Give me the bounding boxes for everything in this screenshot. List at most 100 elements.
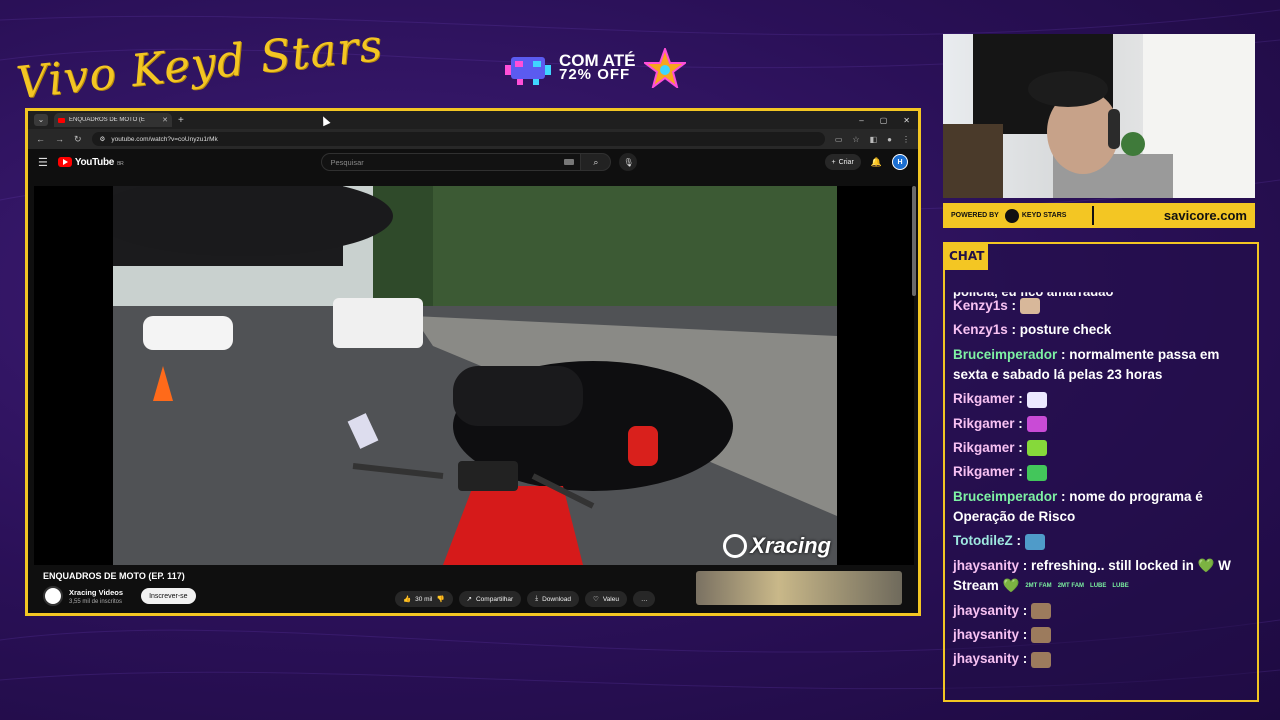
- chat-message: Rikgamer :: [953, 414, 1249, 435]
- browser-menu-icon[interactable]: ⋮: [902, 135, 910, 144]
- chat-username[interactable]: jhaysanity: [953, 627, 1019, 642]
- chat-username[interactable]: jhaysanity: [953, 603, 1019, 618]
- more-actions-button[interactable]: …: [632, 591, 656, 607]
- chat-emote-icon: [1026, 440, 1047, 457]
- chat-emote-icon: [1026, 464, 1047, 481]
- chat-separator: :: [1014, 464, 1027, 480]
- chat-messages: Kenzy1s : Kenzy1s : posture check Bruceim…: [953, 296, 1249, 674]
- chat-message: Rikgamer :: [953, 438, 1249, 459]
- channel-name[interactable]: Xracing Videos: [69, 588, 123, 597]
- reload-icon[interactable]: ↻: [74, 134, 82, 145]
- chat-separator: :: [1019, 651, 1032, 667]
- chat-message: Bruceimperador : normalmente passa em se…: [953, 345, 1249, 386]
- search-input[interactable]: Pesquisar: [321, 153, 582, 171]
- url-field[interactable]: ⚙ youtube.com/watch?v=coUnyzu1rMk: [91, 132, 825, 146]
- microphone-icon: 🎙: [623, 157, 634, 167]
- profile-icon[interactable]: ●: [887, 135, 892, 144]
- download-label: Download: [542, 595, 571, 603]
- search-button[interactable]: ⌕: [581, 153, 612, 171]
- promo-line-2: 72% OFF: [559, 66, 631, 83]
- chat-message: Kenzy1s :: [953, 296, 1249, 317]
- chat-username[interactable]: Bruceimperador: [953, 347, 1057, 362]
- tab-close-icon[interactable]: ✕: [162, 116, 168, 124]
- chat-separator: :: [1014, 415, 1027, 431]
- address-bar: ← → ↻ ⚙ youtube.com/watch?v=coUnyzu1rMk …: [28, 129, 918, 149]
- bookmark-star-icon[interactable]: ☆: [852, 135, 859, 144]
- site-info-icon[interactable]: ⚙: [100, 135, 106, 143]
- keyd-label: KEYD STARS: [1021, 212, 1067, 219]
- chat-username[interactable]: Bruceimperador: [953, 489, 1057, 504]
- thanks-button[interactable]: ♡ Valeu: [585, 591, 627, 607]
- video-frame[interactable]: Xracing: [113, 186, 837, 565]
- chat-username[interactable]: Rikgamer: [953, 416, 1015, 431]
- create-button[interactable]: + Criar: [824, 154, 861, 170]
- cast-icon[interactable]: ▭: [835, 135, 843, 144]
- chat-message: jhaysanity :: [953, 649, 1249, 670]
- chat-username[interactable]: TotodileZ: [953, 533, 1013, 548]
- forward-arrow-icon[interactable]: →: [55, 134, 64, 144]
- chat-username[interactable]: Rikgamer: [953, 440, 1015, 455]
- like-count: 30 mil: [415, 595, 433, 603]
- chat-emote-icon: [1031, 651, 1052, 668]
- youtube-header: ☰ YouTube BR Pesquisar ⌕ 🎙 + Criar 🔔 H: [28, 149, 918, 175]
- maximize-button[interactable]: ▢: [880, 116, 888, 125]
- keyd-icon: [1004, 208, 1019, 223]
- recommended-video-thumbnail[interactable]: [696, 571, 902, 605]
- share-button[interactable]: ↗ Compartilhar: [458, 591, 522, 607]
- chat-username[interactable]: Rikgamer: [953, 391, 1015, 406]
- chat-text: posture check: [1019, 322, 1112, 338]
- chat-separator: :: [1019, 602, 1032, 618]
- search-placeholder: Pesquisar: [330, 157, 364, 167]
- tab-title: ENQUADROS DE MOTO (E: [69, 117, 145, 123]
- video-info: ENQUADROS DE MOTO (EP. 117) Xracing Vide…: [43, 571, 913, 611]
- browser-window: ⌄ ENQUADROS DE MOTO (E ✕ + – ▢ ✕ ← → ↻ ⚙…: [25, 108, 921, 616]
- thumbs-down-icon[interactable]: 👎: [436, 595, 444, 603]
- chat-username[interactable]: Rikgamer: [953, 464, 1015, 479]
- chat-separator: :: [1014, 439, 1027, 455]
- chat-small-emote: 2MT FAM: [1057, 583, 1085, 590]
- chat-message: TotodileZ :: [953, 531, 1249, 552]
- download-icon: ⤓: [535, 595, 539, 602]
- chat-message: Rikgamer :: [953, 389, 1249, 410]
- minimize-button[interactable]: –: [859, 116, 863, 125]
- chat-message: Bruceimperador : nome do programa é Oper…: [953, 487, 1249, 528]
- back-arrow-icon[interactable]: ←: [36, 134, 45, 144]
- new-tab-button[interactable]: +: [178, 115, 184, 126]
- chat-username[interactable]: Kenzy1s: [953, 322, 1008, 337]
- video-player[interactable]: Xracing: [34, 186, 914, 565]
- close-window-button[interactable]: ✕: [903, 116, 910, 125]
- menu-icon[interactable]: ☰: [38, 156, 48, 169]
- chat-username[interactable]: jhaysanity: [953, 558, 1019, 573]
- promo-banner: COM ATÉ 72% OFF: [505, 48, 715, 88]
- chat-separator: :: [1057, 346, 1070, 362]
- voice-search-button[interactable]: 🎙: [619, 153, 638, 171]
- channel-avatar[interactable]: [43, 586, 63, 606]
- chat-message: Rikgamer :: [953, 462, 1249, 483]
- account-avatar[interactable]: H: [892, 154, 908, 170]
- create-label: Criar: [838, 158, 854, 166]
- video-watermark: Xracing: [723, 533, 831, 559]
- browser-tab[interactable]: ENQUADROS DE MOTO (E ✕: [54, 113, 172, 127]
- chat-separator: :: [1019, 626, 1032, 642]
- extensions-icon[interactable]: ◧: [870, 135, 878, 144]
- channel-subscribers: 3,55 mil de inscritos: [69, 598, 123, 605]
- chat-emote-icon: [1026, 416, 1047, 433]
- subscribe-button[interactable]: Inscrever-se: [141, 588, 196, 604]
- notifications-bell-icon[interactable]: 🔔: [871, 157, 882, 168]
- chat-username[interactable]: Kenzy1s: [953, 298, 1008, 313]
- space-invader-icon: [505, 57, 551, 85]
- chat-username[interactable]: jhaysanity: [953, 651, 1019, 666]
- download-button[interactable]: ⤓ Download: [527, 591, 579, 607]
- page-scrollbar[interactable]: [912, 186, 916, 296]
- video-scene: [113, 186, 837, 565]
- chat-message: jhaysanity :: [953, 601, 1249, 622]
- chat-message: jhaysanity :: [953, 625, 1249, 646]
- youtube-logo[interactable]: YouTube BR: [57, 157, 124, 168]
- chat-header: CHAT: [945, 244, 989, 270]
- url-text: youtube.com/watch?v=coUnyzu1rMk: [111, 135, 218, 143]
- youtube-play-icon: [57, 157, 72, 167]
- tab-search-button[interactable]: ⌄: [34, 114, 48, 126]
- keyboard-icon[interactable]: [564, 159, 575, 165]
- chat-small-emote: LUBE: [1112, 583, 1129, 590]
- like-button[interactable]: 👍 30 mil 👎: [395, 591, 453, 607]
